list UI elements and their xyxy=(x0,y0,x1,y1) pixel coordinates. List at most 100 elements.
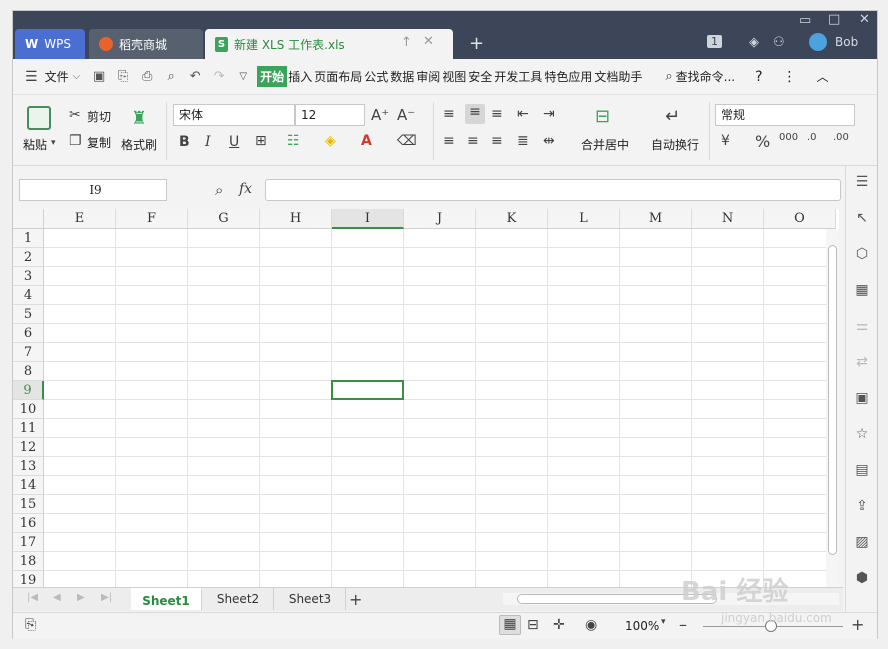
search-icon[interactable]: ⌕ xyxy=(665,69,672,84)
justify-icon[interactable]: ≣ xyxy=(517,133,529,149)
column-header[interactable]: L xyxy=(548,209,620,229)
align-right-icon[interactable]: ≡ xyxy=(491,133,503,149)
first-sheet-icon[interactable]: |◀ xyxy=(27,592,38,603)
menu-file[interactable]: 文件 xyxy=(44,66,70,87)
row-header[interactable]: 9 xyxy=(13,381,44,400)
select-all-corner[interactable] xyxy=(13,209,44,229)
prev-sheet-icon[interactable]: ◀ xyxy=(53,592,61,603)
macro-recorder-icon[interactable]: ⎘ xyxy=(25,617,36,633)
help-button[interactable]: ? xyxy=(754,67,763,87)
collapse-ribbon-icon[interactable]: ︿ xyxy=(816,66,830,87)
filter-settings-icon[interactable]: ⚌ xyxy=(854,318,870,334)
last-sheet-icon[interactable]: ▶| xyxy=(101,592,112,603)
row-header[interactable]: 1 xyxy=(13,229,44,248)
minimize-icon[interactable]: ▭ xyxy=(799,13,811,28)
row-header[interactable]: 14 xyxy=(13,476,44,495)
backup-icon[interactable]: ⬢ xyxy=(854,570,870,586)
page-break-view-icon[interactable]: ⊟ xyxy=(527,617,539,633)
menu-tab[interactable]: 视图 xyxy=(441,66,467,87)
star-icon[interactable]: ☆ xyxy=(854,426,870,442)
vertical-scrollbar[interactable] xyxy=(826,229,839,587)
wrap-text-button[interactable]: 自动换行 xyxy=(651,136,699,153)
function-button[interactable]: fx xyxy=(239,181,252,197)
borders-icon[interactable]: ⊞ xyxy=(255,133,267,149)
save-icon[interactable]: ▣ xyxy=(92,69,106,84)
clear-format-icon[interactable]: ⌫ xyxy=(397,133,417,149)
row-header[interactable]: 3 xyxy=(13,267,44,286)
paste-icon[interactable] xyxy=(27,106,51,130)
transfer-icon[interactable]: ⇄ xyxy=(854,354,870,370)
table-icon[interactable]: ▦ xyxy=(854,282,870,298)
reading-mode-icon[interactable]: ✛ xyxy=(553,617,565,633)
row-header[interactable]: 10 xyxy=(13,400,44,419)
menu-tab[interactable]: 文档助手 xyxy=(593,66,643,87)
align-middle-icon[interactable]: ≡ xyxy=(465,104,485,124)
customize-chevron-icon[interactable]: ▽ xyxy=(236,70,250,84)
normal-view-icon[interactable]: ▦ xyxy=(499,615,521,635)
format-painter-button[interactable]: 格式刷 xyxy=(121,136,157,153)
command-search[interactable]: 查找命令... xyxy=(675,66,736,87)
panel-menu-icon[interactable]: ☰ xyxy=(854,174,870,190)
sheet-tab[interactable]: Sheet1 xyxy=(131,588,202,610)
shirt-icon[interactable]: ⚇ xyxy=(773,35,785,50)
select-pointer-icon[interactable]: ↖ xyxy=(854,210,870,226)
more-options-icon[interactable]: ⋮ xyxy=(782,67,798,87)
formula-input[interactable] xyxy=(265,179,841,201)
row-header[interactable]: 4 xyxy=(13,286,44,305)
wrap-text-icon[interactable]: ↵ xyxy=(665,106,680,127)
spreadsheet-grid[interactable]: EFGHIJKLMNO 1 2 3 4 5 6 7 8 9 10 11 12 13 14 15 16 17 18 1… xyxy=(13,209,839,587)
menu-tab[interactable]: 开始 xyxy=(257,66,288,87)
vertical-scroll-thumb[interactable] xyxy=(828,245,837,555)
print-preview-icon[interactable]: ⌕ xyxy=(164,69,178,84)
close-window-icon[interactable]: ✕ xyxy=(859,12,870,27)
next-sheet-icon[interactable]: ▶ xyxy=(77,592,85,603)
row-header[interactable]: 13 xyxy=(13,457,44,476)
tab-daoke-store[interactable]: 稻壳商城 xyxy=(89,29,203,59)
row-header[interactable]: 5 xyxy=(13,305,44,324)
menu-tab[interactable]: 审阅 xyxy=(415,66,441,87)
archive-icon[interactable]: ▤ xyxy=(854,462,870,478)
menu-tab[interactable]: 页面布局 xyxy=(313,66,363,87)
copy-button[interactable]: 复制 xyxy=(87,134,111,151)
sheet-tab[interactable]: Sheet2 xyxy=(203,588,274,610)
cut-button[interactable]: 剪切 xyxy=(87,108,111,125)
zoom-chevron-icon[interactable]: ▾ xyxy=(661,617,666,627)
selected-cell[interactable] xyxy=(331,380,404,400)
font-name-select[interactable]: 宋体 xyxy=(173,104,295,126)
row-header[interactable]: 15 xyxy=(13,495,44,514)
increase-indent-icon[interactable]: ⇥ xyxy=(543,106,555,122)
row-header[interactable]: 11 xyxy=(13,419,44,438)
thousands-separator-icon[interactable]: 000 xyxy=(779,132,798,143)
hamburger-icon[interactable]: ☰ xyxy=(25,69,38,85)
decrease-decimal-icon[interactable]: .00 xyxy=(833,132,849,143)
increase-decimal-icon[interactable]: .0 xyxy=(807,132,817,143)
close-tab-icon[interactable]: ✕ xyxy=(423,34,434,49)
row-header[interactable]: 6 xyxy=(13,324,44,343)
underline-icon[interactable]: U xyxy=(229,134,239,150)
column-header[interactable]: M xyxy=(620,209,692,229)
percent-button[interactable]: % xyxy=(755,132,770,151)
skin-icon[interactable]: ◈ xyxy=(749,35,759,50)
italic-icon[interactable]: I xyxy=(205,134,211,150)
row-header[interactable]: 7 xyxy=(13,343,44,362)
redo-icon[interactable]: ↷ xyxy=(212,69,226,84)
menu-tab[interactable]: 安全 xyxy=(467,66,493,87)
font-color-icon[interactable]: A xyxy=(361,133,372,149)
eye-protection-icon[interactable]: ◉ xyxy=(585,617,597,633)
row-header[interactable]: 16 xyxy=(13,514,44,533)
format-painter-icon[interactable]: ♜ xyxy=(131,108,147,129)
row-header[interactable]: 2 xyxy=(13,248,44,267)
column-header[interactable]: J xyxy=(404,209,476,229)
merge-center-icon[interactable]: ⊟ xyxy=(595,106,610,127)
align-center-icon[interactable]: ≡ xyxy=(467,133,479,149)
user-account[interactable]: Bob xyxy=(809,33,858,51)
paste-chevron-icon[interactable]: ▾ xyxy=(51,138,56,148)
align-bottom-icon[interactable]: ≡ xyxy=(491,106,503,122)
column-header[interactable]: O xyxy=(764,209,836,229)
decrease-indent-icon[interactable]: ⇤ xyxy=(517,106,529,122)
undo-icon[interactable]: ↶ xyxy=(188,69,202,84)
chevron-down-icon[interactable]: ⌵ xyxy=(73,71,81,82)
copy-icon[interactable]: ❐ xyxy=(69,133,82,149)
sheet-tab[interactable]: Sheet3 xyxy=(275,588,346,610)
column-header[interactable]: I xyxy=(332,209,404,229)
